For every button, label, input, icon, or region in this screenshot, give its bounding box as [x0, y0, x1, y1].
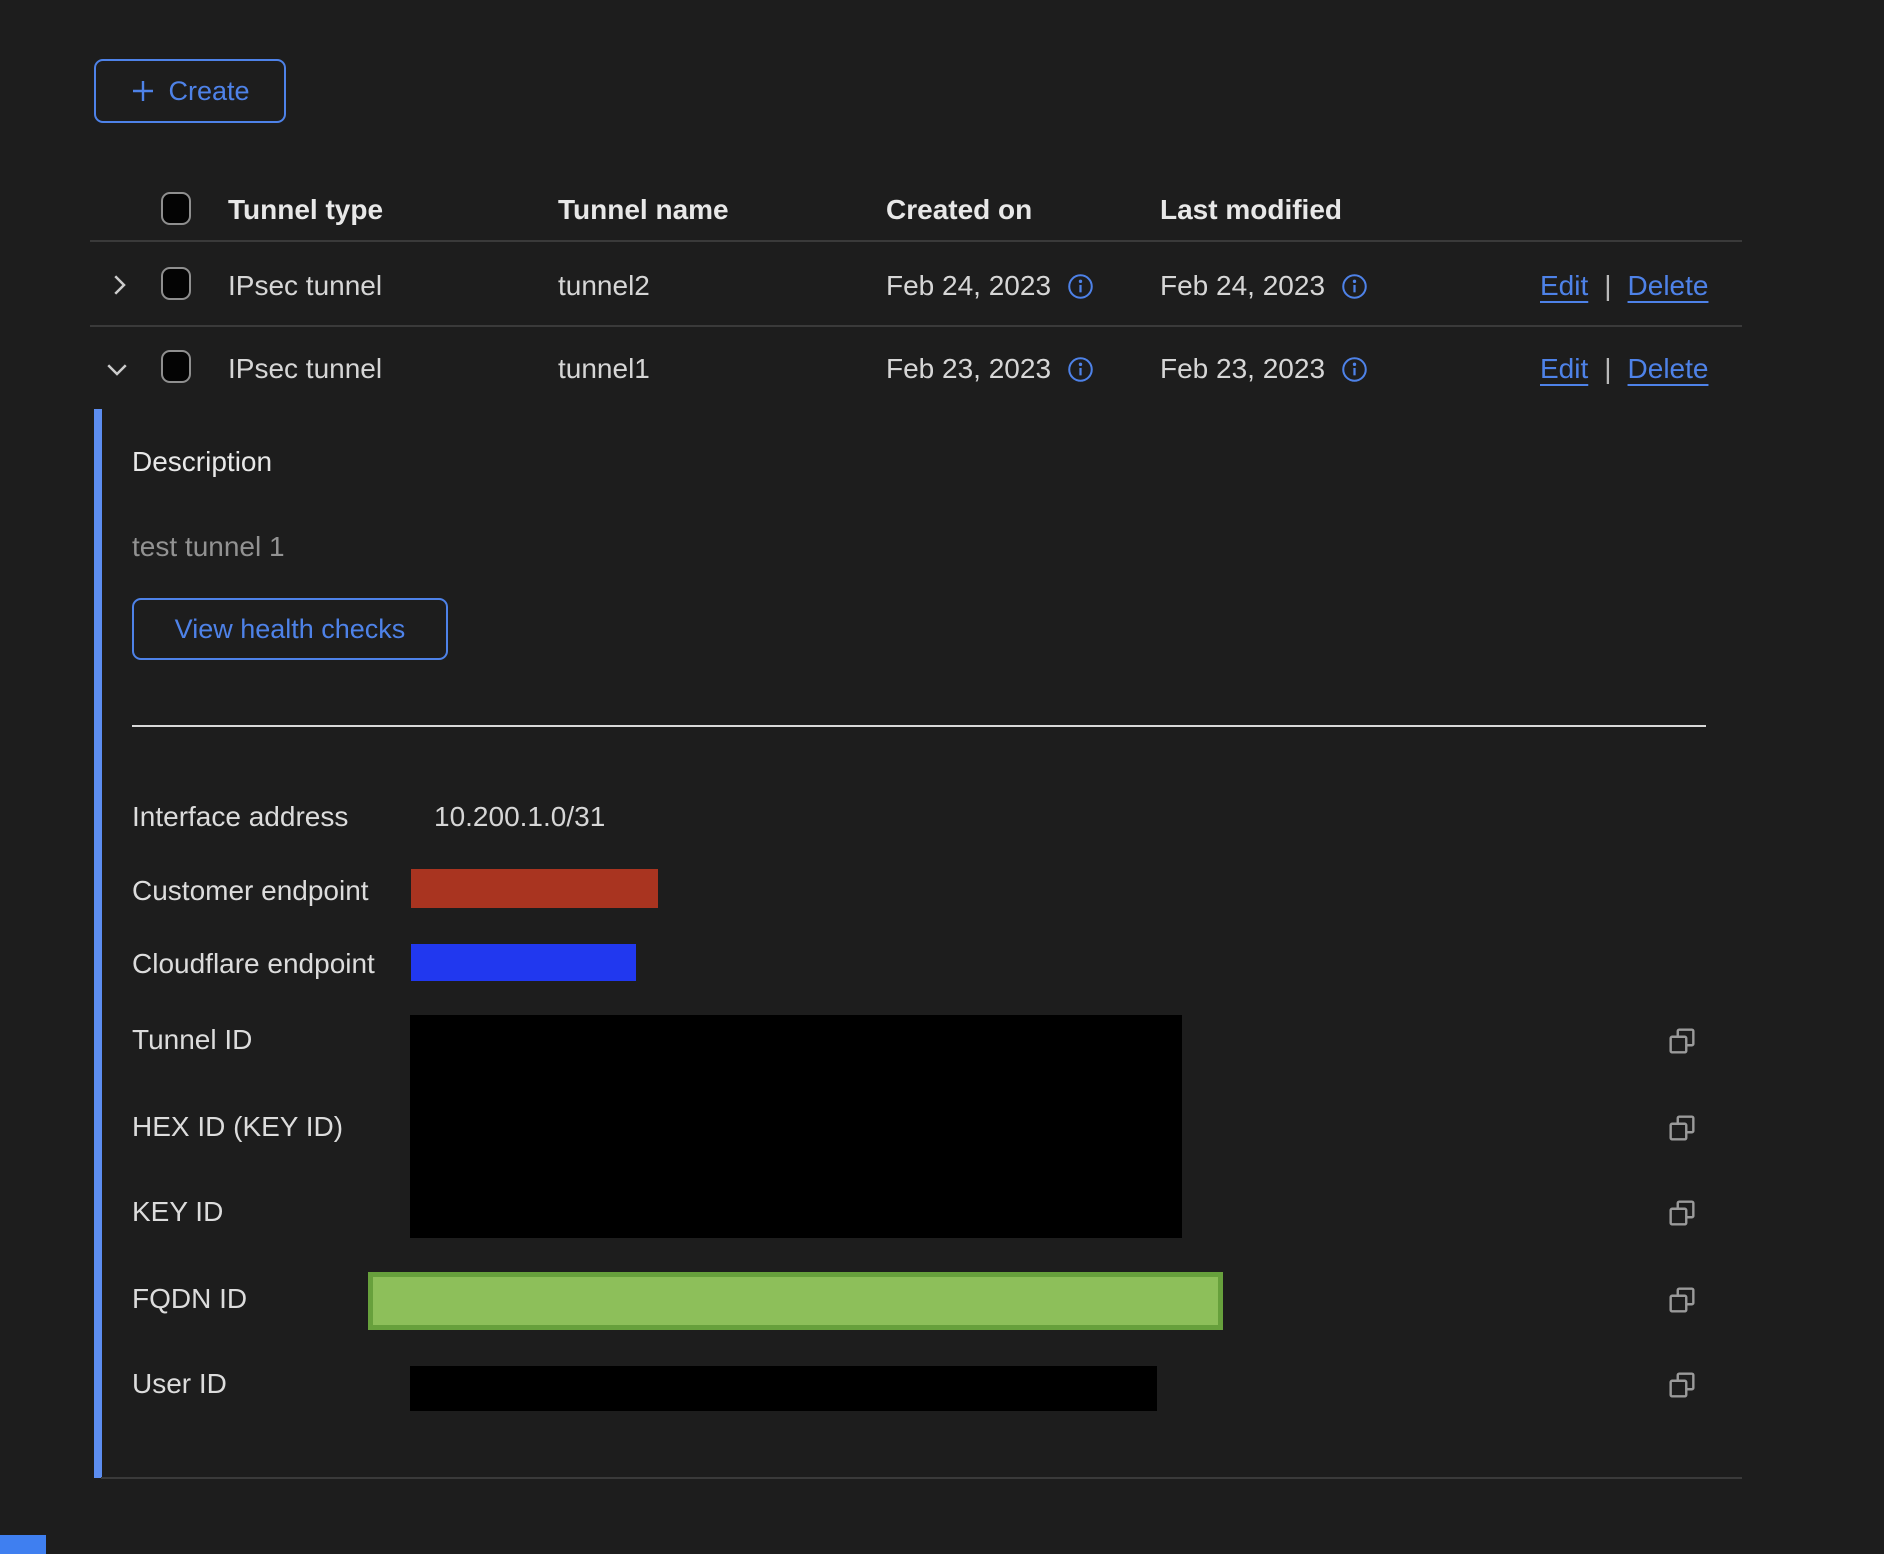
hex-id-label: HEX ID (KEY ID) — [132, 1111, 343, 1143]
customer-endpoint-redacted-value — [411, 869, 658, 908]
create-button-label: Create — [168, 78, 249, 105]
description-value: test tunnel 1 — [132, 531, 285, 563]
view-health-checks-label: View health checks — [175, 616, 406, 643]
delete-link[interactable]: Delete — [1628, 353, 1709, 385]
row-checkbox[interactable] — [161, 350, 191, 383]
copy-key-id-button[interactable] — [1665, 1196, 1699, 1230]
delete-link[interactable]: Delete — [1628, 270, 1709, 302]
fqdn-id-redacted-value — [368, 1272, 1223, 1330]
create-button[interactable]: Create — [94, 59, 286, 123]
expanded-panel-accent-bar — [94, 409, 102, 1478]
row-divider — [90, 325, 1742, 327]
edit-link[interactable]: Edit — [1540, 353, 1588, 385]
column-header-last-modified: Last modified — [1160, 194, 1342, 226]
plus-icon — [130, 78, 156, 104]
copy-tunnel-id-button[interactable] — [1665, 1024, 1699, 1058]
tunnel-type-cell: IPsec tunnel — [228, 353, 382, 385]
chevron-down-icon[interactable] — [102, 354, 132, 384]
description-heading: Description — [132, 446, 272, 478]
column-header-created-on: Created on — [886, 194, 1032, 226]
user-id-label: User ID — [132, 1368, 227, 1400]
action-separator: | — [1604, 270, 1611, 302]
edit-link[interactable]: Edit — [1540, 270, 1588, 302]
action-separator: | — [1604, 353, 1611, 385]
info-icon[interactable] — [1067, 356, 1094, 383]
cloudflare-endpoint-redacted-value — [411, 944, 636, 981]
info-icon[interactable] — [1341, 356, 1368, 383]
ids-redacted-value — [410, 1015, 1182, 1238]
created-on-cell: Feb 24, 2023 — [886, 270, 1051, 302]
ipsec-tunnels-page: Create Tunnel type Tunnel name Created o… — [0, 0, 1884, 1554]
customer-endpoint-label: Customer endpoint — [132, 875, 369, 907]
user-id-redacted-value — [410, 1366, 1157, 1411]
select-all-checkbox[interactable] — [161, 192, 191, 225]
column-header-tunnel-type: Tunnel type — [228, 194, 383, 226]
tunnel-name-cell: tunnel1 — [558, 353, 650, 385]
view-health-checks-button[interactable]: View health checks — [132, 598, 448, 660]
interface-address-label: Interface address — [132, 801, 348, 833]
cloudflare-endpoint-label: Cloudflare endpoint — [132, 948, 375, 980]
panel-divider — [132, 725, 1706, 727]
column-header-tunnel-name: Tunnel name — [558, 194, 729, 226]
info-icon[interactable] — [1341, 273, 1368, 300]
header-divider — [90, 240, 1742, 242]
copy-user-id-button[interactable] — [1665, 1368, 1699, 1402]
chevron-right-icon[interactable] — [104, 270, 134, 300]
tunnel-id-label: Tunnel ID — [132, 1024, 252, 1056]
panel-bottom-divider — [101, 1477, 1742, 1479]
copy-fqdn-id-button[interactable] — [1665, 1283, 1699, 1317]
interface-address-value: 10.200.1.0/31 — [434, 801, 605, 833]
tunnel-name-cell: tunnel2 — [558, 270, 650, 302]
created-on-cell: Feb 23, 2023 — [886, 353, 1051, 385]
fqdn-id-label: FQDN ID — [132, 1283, 247, 1315]
tunnel-type-cell: IPsec tunnel — [228, 270, 382, 302]
last-modified-cell: Feb 24, 2023 — [1160, 270, 1325, 302]
key-id-label: KEY ID — [132, 1196, 223, 1228]
copy-hex-id-button[interactable] — [1665, 1111, 1699, 1145]
info-icon[interactable] — [1067, 273, 1094, 300]
row-checkbox[interactable] — [161, 267, 191, 300]
bottom-left-blue-fragment — [0, 1535, 46, 1554]
last-modified-cell: Feb 23, 2023 — [1160, 353, 1325, 385]
